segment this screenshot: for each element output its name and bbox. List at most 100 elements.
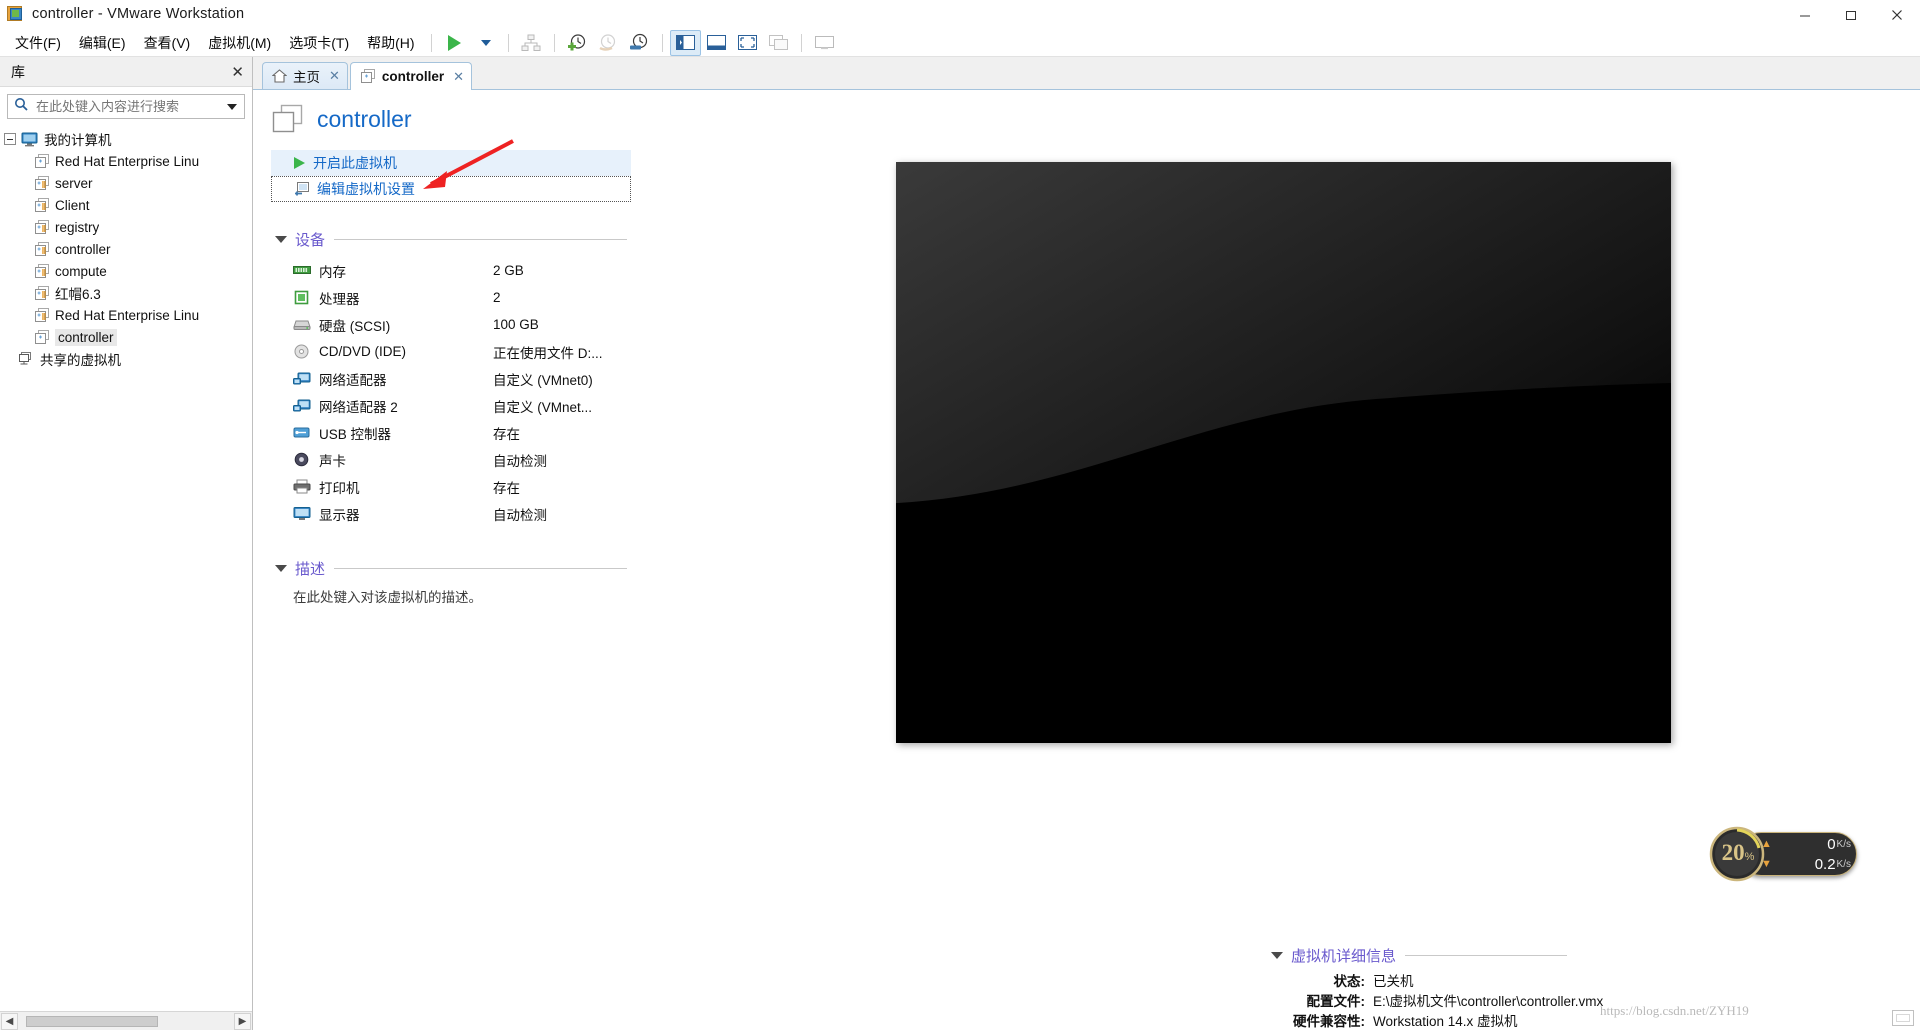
device-row-sound-card[interactable]: 声卡 自动检测 — [271, 446, 639, 473]
show-thumbnail-bar-button[interactable] — [701, 30, 732, 56]
tab-controller[interactable]: controller ✕ — [350, 62, 472, 90]
tree-item-rhel-1[interactable]: Red Hat Enterprise Linu — [0, 150, 252, 172]
search-bar[interactable] — [7, 94, 245, 119]
device-name: 网络适配器 — [319, 369, 493, 389]
vm-tree[interactable]: 我的计算机 Red Hat Enterprise Linu server — [0, 123, 252, 1011]
cddvd-icon — [293, 344, 311, 360]
device-value: 存在 — [493, 423, 520, 443]
description-section-header[interactable]: 描述 — [271, 558, 627, 579]
twisty-down-icon[interactable] — [275, 565, 287, 572]
tree-label: compute — [55, 264, 107, 279]
description-text[interactable]: 在此处键入对该虚拟机的描述。 — [271, 586, 639, 606]
tree-item-rhel-2[interactable]: Red Hat Enterprise Linu — [0, 304, 252, 326]
revert-snapshot-button[interactable] — [593, 30, 624, 56]
menu-view[interactable]: 查看(V) — [135, 30, 200, 56]
tree-item-compute[interactable]: compute — [0, 260, 252, 282]
vmware-workstation-window: controller - VMware Workstation 文件(F) 编辑… — [0, 0, 1920, 1030]
unity-mode-button[interactable] — [763, 30, 794, 56]
device-value: 自定义 (VMnet... — [493, 396, 592, 416]
network-adapter-icon — [293, 371, 311, 387]
search-input[interactable] — [34, 98, 225, 115]
printer-icon — [293, 479, 311, 495]
device-value: 正在使用文件 D:... — [493, 342, 603, 362]
take-snapshot-button[interactable] — [562, 30, 593, 56]
device-row-display[interactable]: 显示器 自动检测 — [271, 500, 639, 527]
menu-file[interactable]: 文件(F) — [6, 30, 70, 56]
thumbnail-wave — [896, 383, 1671, 743]
scroll-right-arrow-icon[interactable]: ▶ — [234, 1013, 251, 1030]
window-title: controller - VMware Workstation — [32, 6, 244, 22]
menu-vm[interactable]: 虚拟机(M) — [199, 30, 280, 56]
tab-close-icon[interactable]: ✕ — [329, 68, 340, 84]
minimize-button[interactable] — [1782, 0, 1828, 29]
tree-label: registry — [55, 220, 99, 235]
device-name: CD/DVD (IDE) — [319, 344, 493, 359]
network-speed-widget[interactable]: 20% ▲ 0K/s ▼ 0.2K/s — [1707, 826, 1857, 882]
caret-down-icon — [481, 40, 491, 46]
tree-label: controller — [55, 329, 117, 346]
vm-icon — [34, 154, 49, 169]
details-section-header[interactable]: 虚拟机详细信息 — [1267, 945, 1567, 966]
twisty-down-icon[interactable] — [275, 236, 287, 243]
tree-label: Red Hat Enterprise Linu — [55, 154, 199, 169]
device-row-usb-controller[interactable]: USB 控制器 存在 — [271, 419, 639, 446]
power-dropdown-button[interactable] — [470, 30, 501, 56]
cpu-percent-value: 20 — [1722, 840, 1745, 865]
tree-item-server[interactable]: server — [0, 172, 252, 194]
upload-row: ▲ 0K/s — [1775, 834, 1851, 854]
devices-section-header[interactable]: 设备 — [271, 229, 627, 250]
menu-edit[interactable]: 编辑(E) — [70, 30, 135, 56]
snapshot-manager-button[interactable] — [624, 30, 655, 56]
action-label: 开启此虚拟机 — [313, 153, 397, 173]
tree-item-client[interactable]: Client — [0, 194, 252, 216]
device-row-cddvd[interactable]: CD/DVD (IDE) 正在使用文件 D:... — [271, 338, 639, 365]
close-button[interactable] — [1874, 0, 1920, 29]
full-screen-button[interactable] — [732, 30, 763, 56]
device-row-processors[interactable]: 处理器 2 — [271, 284, 639, 311]
tree-item-controller-selected[interactable]: controller — [0, 326, 252, 348]
detail-row-state: 状态: 已关机 — [1279, 970, 1603, 990]
maximize-button[interactable] — [1828, 0, 1874, 29]
edit-vm-settings-action[interactable]: 编辑虚拟机设置 — [271, 176, 631, 202]
menu-bar: 文件(F) 编辑(E) 查看(V) 虚拟机(M) 选项卡(T) 帮助(H) — [0, 29, 1920, 57]
tree-item-redhat63[interactable]: 红帽6.3 — [0, 282, 252, 304]
tree-item-my-computer[interactable]: 我的计算机 — [0, 128, 252, 150]
watermark-text: https://blog.csdn.net/ZYH19 — [1600, 1003, 1749, 1019]
power-on-button[interactable] — [439, 30, 470, 56]
menu-help[interactable]: 帮助(H) — [358, 30, 423, 56]
device-row-network-adapter-2[interactable]: 网络适配器 2 自定义 (VMnet... — [271, 392, 639, 419]
unity-icon — [769, 35, 788, 50]
console-view-button[interactable] — [809, 30, 840, 56]
library-panel-icon — [676, 35, 695, 50]
manage-snapshots-button[interactable] — [516, 30, 547, 56]
tree-item-controller-1[interactable]: controller — [0, 238, 252, 260]
device-row-printer[interactable]: 打印机 存在 — [271, 473, 639, 500]
device-name: 硬盘 (SCSI) — [319, 315, 493, 335]
sidebar-horizontal-scrollbar[interactable]: ◀ ▶ — [0, 1011, 252, 1030]
device-row-harddisk[interactable]: 硬盘 (SCSI) 100 GB — [271, 311, 639, 338]
network-adapter-icon — [293, 398, 311, 414]
corner-resize-handle[interactable] — [1892, 1010, 1914, 1026]
show-library-button[interactable] — [670, 30, 701, 56]
menu-tabs[interactable]: 选项卡(T) — [280, 30, 358, 56]
scroll-track[interactable] — [18, 1013, 234, 1030]
tab-close-icon[interactable]: ✕ — [453, 69, 464, 85]
scroll-thumb[interactable] — [26, 1016, 158, 1027]
tree-label: 红帽6.3 — [55, 283, 101, 303]
snapshot-revert-icon — [597, 33, 619, 53]
vm-summary-view: controller 开启此虚拟机 编辑虚拟机设置 — [253, 90, 1920, 1030]
tab-home[interactable]: 主页 ✕ — [262, 62, 348, 89]
expander-icon[interactable] — [4, 133, 16, 145]
power-on-vm-action[interactable]: 开启此虚拟机 — [271, 150, 631, 176]
device-row-network-adapter[interactable]: 网络适配器 自定义 (VMnet0) — [271, 365, 639, 392]
vm-screen-thumbnail[interactable] — [896, 162, 1671, 743]
detail-value: E:\虚拟机文件\controller\controller.vmx — [1373, 990, 1603, 1010]
detail-row-hardware-compat: 硬件兼容性: Workstation 14.x 虚拟机 — [1279, 1010, 1603, 1030]
twisty-down-icon[interactable] — [1271, 952, 1283, 959]
device-row-memory[interactable]: 内存 2 GB — [271, 257, 639, 284]
library-close-icon[interactable]: ✕ — [231, 63, 244, 81]
chevron-down-icon[interactable] — [227, 104, 237, 110]
tree-item-shared-vms[interactable]: 共享的虚拟机 — [0, 348, 252, 370]
tree-item-registry[interactable]: registry — [0, 216, 252, 238]
scroll-left-arrow-icon[interactable]: ◀ — [1, 1013, 18, 1030]
